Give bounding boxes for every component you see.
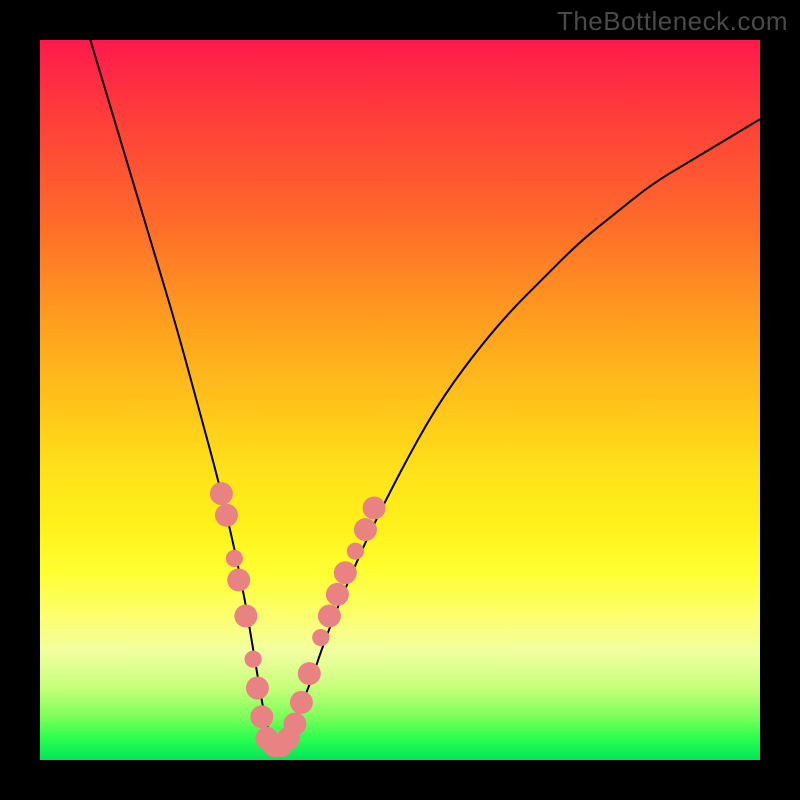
data-marker bbox=[283, 713, 306, 736]
data-marker bbox=[326, 583, 349, 606]
watermark-text: TheBottleneck.com bbox=[557, 6, 788, 37]
data-marker bbox=[250, 705, 273, 728]
data-marker bbox=[215, 504, 238, 527]
data-marker bbox=[246, 677, 269, 700]
marker-group bbox=[210, 482, 386, 757]
data-marker bbox=[234, 605, 257, 628]
data-marker bbox=[318, 605, 341, 628]
curve-svg bbox=[40, 40, 760, 760]
plot-area bbox=[40, 40, 760, 760]
data-marker bbox=[347, 543, 364, 560]
chart-frame: TheBottleneck.com bbox=[0, 0, 800, 800]
data-marker bbox=[227, 569, 250, 592]
data-marker bbox=[312, 629, 329, 646]
data-marker bbox=[363, 497, 386, 520]
bottleneck-curve bbox=[90, 40, 760, 738]
data-marker bbox=[298, 662, 321, 685]
data-marker bbox=[334, 561, 357, 584]
data-marker bbox=[354, 518, 377, 541]
data-marker bbox=[226, 550, 243, 567]
data-marker bbox=[245, 651, 262, 668]
data-marker bbox=[210, 482, 233, 505]
data-marker bbox=[290, 691, 313, 714]
